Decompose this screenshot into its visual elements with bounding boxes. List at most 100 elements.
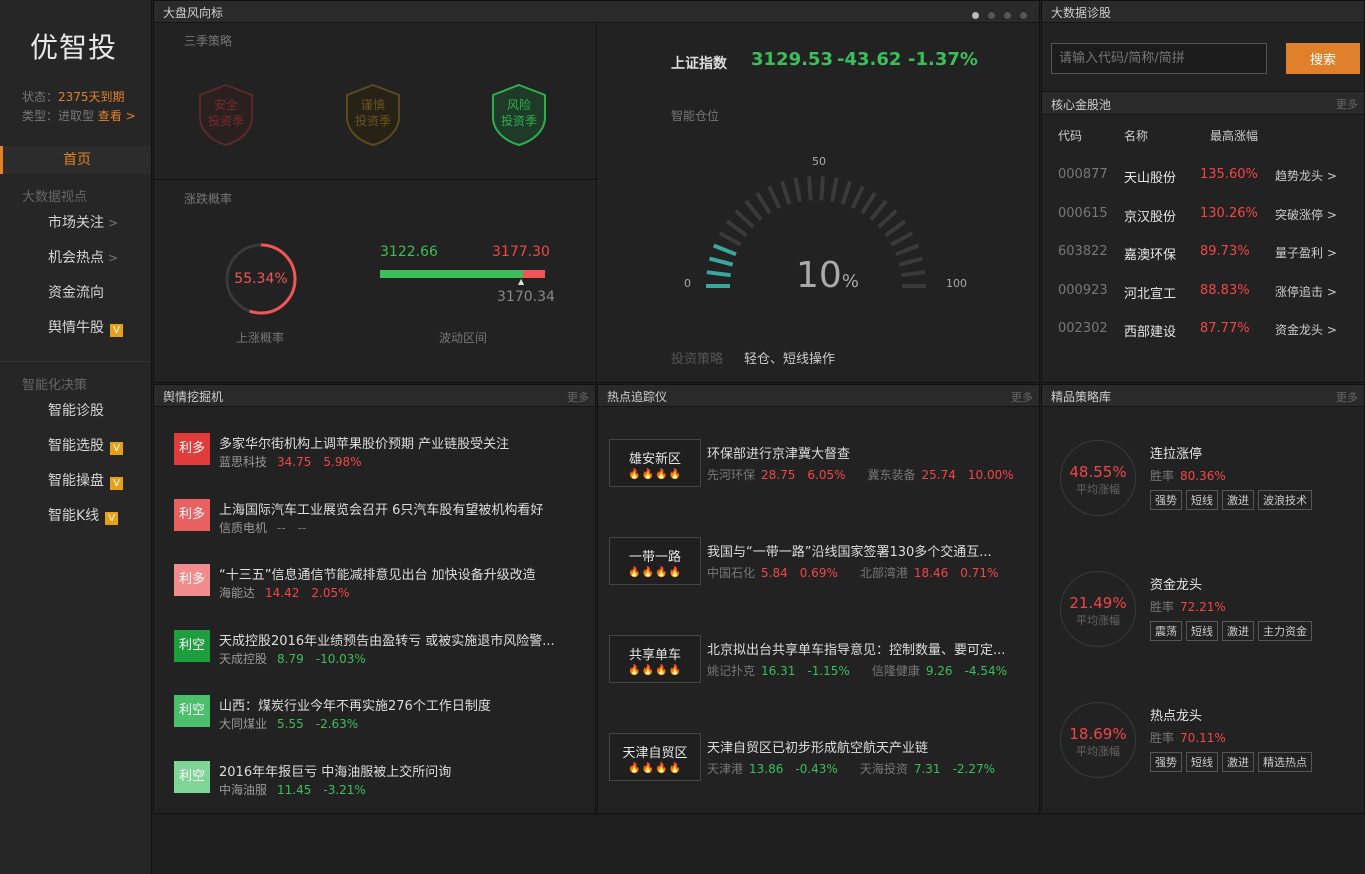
strategy-tag[interactable]: 主力资金	[1258, 621, 1312, 641]
stock-name[interactable]: 姚记扑克	[707, 664, 755, 678]
stock-name[interactable]: 先河环保	[707, 468, 755, 482]
strategy-tag[interactable]: 精选热点	[1258, 752, 1312, 772]
hot-news-title[interactable]: 天津自贸区已初步形成航空航天产业链	[707, 737, 1025, 756]
sentiment-title[interactable]: 上海国际汽车工业展览会召开 6只汽车股有望被机构看好	[219, 499, 579, 518]
strategy-tag[interactable]: 强势	[1150, 752, 1182, 772]
sentiment-title[interactable]: 天成控股2016年业绩预告由盈转亏 或被实施退市风险警...	[219, 630, 579, 649]
nav-item-smart-diagnose[interactable]: 智能诊股	[48, 400, 104, 422]
view-link[interactable]: 查看 >	[98, 109, 136, 123]
pool-row[interactable]: 000615 京汉股份 130.26% 突破涨停 >	[1042, 204, 1364, 226]
pool-row[interactable]: 002302 西部建设 87.77% 资金龙头 >	[1042, 319, 1364, 341]
nav-item-opportunity[interactable]: 机会热点 >	[48, 247, 118, 269]
sentiment-title[interactable]: “十三五”信息通信节能减排意见出台 加快设备升级改造	[219, 564, 579, 583]
stock-pct: 6.05%	[807, 468, 846, 482]
sentiment-item[interactable]: 利多 上海国际汽车工业展览会召开 6只汽车股有望被机构看好 信质电机 -- --	[154, 498, 595, 549]
gauge-tick	[830, 177, 839, 202]
strategy-tag[interactable]: 激进	[1222, 621, 1254, 641]
pool-more-link[interactable]: 更多	[1336, 96, 1358, 112]
more-link[interactable]: 更多	[567, 389, 589, 405]
stock-name[interactable]: 信质电机	[219, 521, 267, 535]
stock-price: 25.74	[921, 468, 956, 482]
pool-row[interactable]: 000923 河北宣工 88.83% 涨停追击 >	[1042, 281, 1364, 303]
hot-item[interactable]: 雄安新区 🔥🔥🔥🔥 环保部进行京津冀大督查 先河环保 28.75 6.05% 冀东装备 25.…	[598, 439, 1039, 489]
stock-name[interactable]: 中海油服	[219, 783, 267, 797]
hot-topic-box[interactable]: 雄安新区 🔥🔥🔥🔥	[609, 439, 701, 487]
hot-item[interactable]: 共享单车 🔥🔥🔥🔥 北京拟出台共享单车指导意见：控制数量、要可定... 姚记扑克 16.…	[598, 635, 1039, 685]
sentiment-item[interactable]: 利多 多家华尔街机构上调苹果股价预期 产业链股受关注 蓝思科技 34.75 5.98%	[154, 433, 595, 483]
nav-item-fund-flow[interactable]: 资金流向	[48, 282, 104, 304]
pool-row[interactable]: 000877 天山股份 135.60% 趋势龙头 >	[1042, 165, 1364, 187]
nav-item-smart-kline[interactable]: 智能K线 V	[48, 505, 119, 527]
sentiment-title[interactable]: 2016年年报巨亏 中海油服被上交所问询	[219, 761, 579, 780]
sentiment-item[interactable]: 利多 “十三五”信息通信节能减排意见出台 加快设备升级改造 海能达 14.42 2.05…	[154, 564, 595, 614]
nav-item-smart-trade[interactable]: 智能操盘 V	[48, 470, 123, 492]
sentiment-stock-line: 天成控股 8.79 -10.03%	[219, 650, 366, 667]
pool-tag-link[interactable]: 趋势龙头 >	[1275, 167, 1337, 184]
gauge-max-label: 100	[946, 277, 967, 290]
strategy-item[interactable]: 48.55% 平均涨幅 连拉涨停 胜率 80.36% 强势 短线 激进 波浪技术	[1042, 440, 1364, 520]
stock-name[interactable]: 冀东装备	[868, 468, 916, 482]
sentiment-title[interactable]: 山西：煤炭行业今年不再实施276个工作日制度	[219, 695, 579, 714]
nav-item-sentiment-stock[interactable]: 舆情牛股 V	[48, 317, 123, 339]
hot-item[interactable]: 一带一路 🔥🔥🔥🔥 我国与“一带一路”沿线国家签署130多个交通互... 中国石化 5.…	[598, 537, 1039, 587]
strategy-item[interactable]: 18.69% 平均涨幅 热点龙头 胜率 70.11% 强势 短线 激进 精选热点	[1042, 702, 1364, 782]
stock-name[interactable]: 天津港	[707, 762, 743, 776]
stock-name[interactable]: 蓝思科技	[219, 455, 267, 469]
nav-item-smart-select[interactable]: 智能选股 V	[48, 435, 123, 457]
stock-name[interactable]: 中国石化	[707, 566, 755, 580]
nav-item-label: 智能操盘	[48, 473, 104, 489]
strategy-name[interactable]: 连拉涨停	[1150, 443, 1202, 462]
pool-row[interactable]: 603822 嘉澳环保 89.73% 量子盈利 >	[1042, 242, 1364, 264]
pool-tag-link[interactable]: 突破涨停 >	[1275, 206, 1337, 223]
strategy-tag[interactable]: 激进	[1222, 490, 1254, 510]
sentiment-item[interactable]: 利空 2016年年报巨亏 中海油服被上交所问询 中海油服 11.45 -3.21%	[154, 760, 595, 811]
strategy-item[interactable]: 21.49% 平均涨幅 资金龙头 胜率 72.21% 震荡 短线 激进 主力资金	[1042, 571, 1364, 651]
sentiment-title[interactable]: 多家华尔街机构上调苹果股价预期 产业链股受关注	[219, 433, 579, 452]
hot-item[interactable]: 天津自贸区 🔥🔥🔥🔥 天津自贸区已初步形成航空航天产业链 天津港 13.86 -0.43%…	[598, 733, 1039, 783]
search-button[interactable]: 搜索	[1286, 43, 1360, 74]
strategy-tag[interactable]: 短线	[1186, 621, 1218, 641]
strategy-tag[interactable]: 激进	[1222, 752, 1254, 772]
carousel-dot[interactable]	[1004, 12, 1011, 19]
carousel-dot[interactable]	[1020, 12, 1027, 19]
pool-pct: 87.77%	[1200, 321, 1250, 336]
hot-topic-box[interactable]: 一带一路 🔥🔥🔥🔥	[609, 537, 701, 585]
strategy-tag[interactable]: 震荡	[1150, 621, 1182, 641]
stock-pct: -10.03%	[315, 651, 366, 666]
hot-topic-box[interactable]: 共享单车 🔥🔥🔥🔥	[609, 635, 701, 683]
strategy-name[interactable]: 资金龙头	[1150, 574, 1202, 593]
carousel-dot[interactable]	[972, 12, 979, 19]
nav-item-label: 智能选股	[48, 438, 104, 454]
stock-name[interactable]: 大同煤业	[219, 717, 267, 731]
stock-name[interactable]: 信隆健康	[872, 664, 920, 678]
gauge-mid-label: 50	[812, 155, 826, 168]
stock-name[interactable]: 天海投资	[860, 762, 908, 776]
sentiment-item[interactable]: 利空 山西：煤炭行业今年不再实施276个工作日制度 大同煤业 5.55 -2.63%	[154, 695, 595, 745]
stock-name[interactable]: 北部湾港	[860, 566, 908, 580]
nav-item-market-focus[interactable]: 市场关注 >	[48, 212, 118, 234]
strategy-tag[interactable]: 短线	[1186, 752, 1218, 772]
hot-news-title[interactable]: 我国与“一带一路”沿线国家签署130多个交通互...	[707, 541, 1025, 560]
stock-pct: -4.54%	[964, 664, 1008, 678]
more-link[interactable]: 更多	[1011, 389, 1033, 405]
hot-news-title[interactable]: 北京拟出台共享单车指导意见：控制数量、要可定...	[707, 639, 1025, 658]
more-link[interactable]: 更多	[1336, 389, 1358, 405]
stock-name[interactable]: 海能达	[219, 586, 255, 600]
hot-news-title[interactable]: 环保部进行京津冀大督查	[707, 443, 1025, 462]
pool-tag-link[interactable]: 涨停追击 >	[1275, 283, 1337, 300]
pool-tag-link[interactable]: 量子盈利 >	[1275, 244, 1337, 261]
nav-home[interactable]: 首页	[0, 146, 151, 174]
pool-tag-link[interactable]: 资金龙头 >	[1275, 321, 1337, 338]
stock-name[interactable]: 天成控股	[219, 652, 267, 666]
strategy-name[interactable]: 热点龙头	[1150, 705, 1202, 724]
strategy-tag[interactable]: 波浪技术	[1258, 490, 1312, 510]
index-change: -43.62	[837, 49, 902, 70]
carousel-dot[interactable]	[988, 12, 995, 19]
stock-search-input[interactable]	[1051, 43, 1267, 74]
strategy-tag[interactable]: 强势	[1150, 490, 1182, 510]
strategy-avg-label: 平均涨幅	[1076, 745, 1120, 758]
pool-pct: 135.60%	[1200, 167, 1258, 182]
strategy-tag[interactable]: 短线	[1186, 490, 1218, 510]
sentiment-item[interactable]: 利空 天成控股2016年业绩预告由盈转亏 或被实施退市风险警... 天成控股 8.79…	[154, 629, 595, 680]
hot-topic-box[interactable]: 天津自贸区 🔥🔥🔥🔥	[609, 733, 701, 781]
